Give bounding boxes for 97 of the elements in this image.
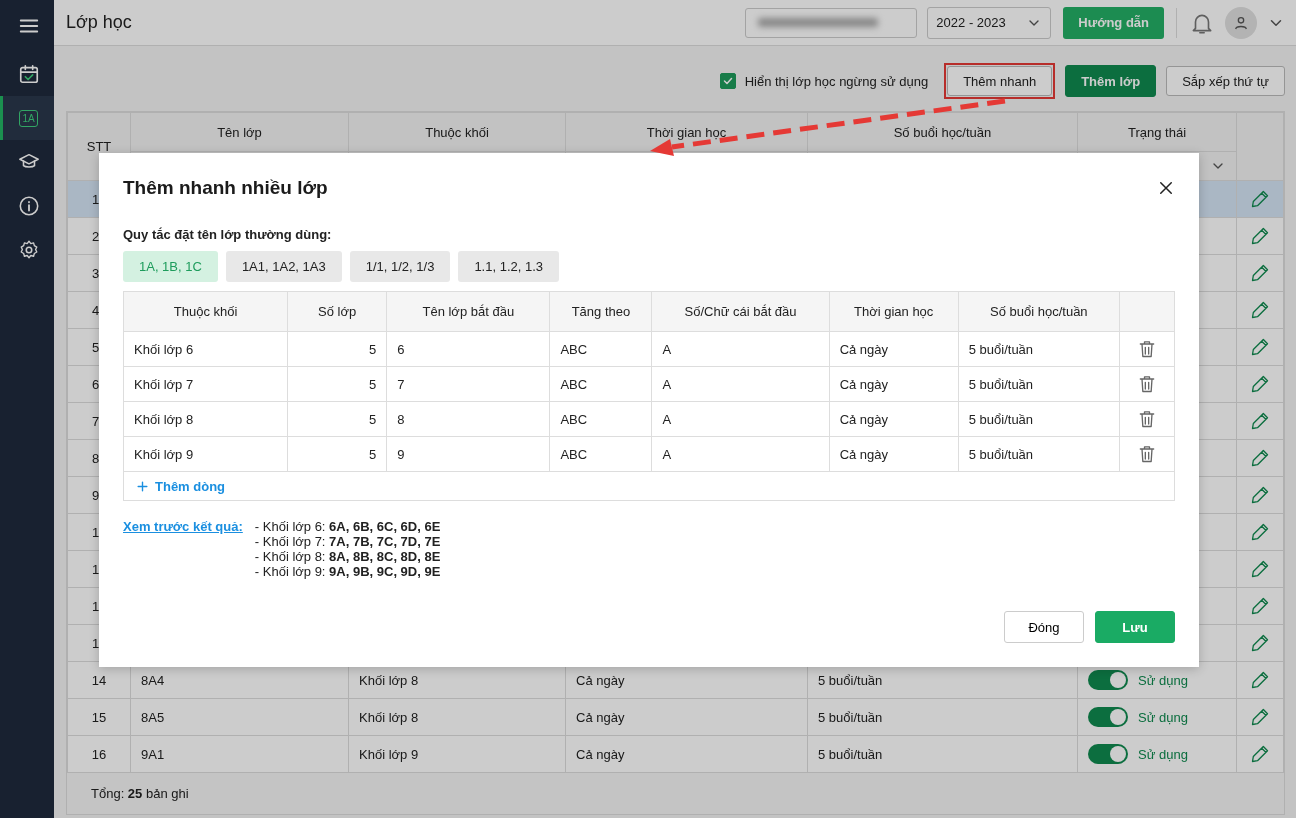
pencil-icon[interactable] bbox=[1250, 744, 1270, 764]
column-header: Thuộc khối bbox=[348, 112, 566, 152]
add-class-button[interactable]: Thêm lớp bbox=[1065, 65, 1157, 97]
preview-line: - Khối lớp 6: 6A, 6B, 6C, 6D, 6E bbox=[254, 519, 441, 534]
table-cell[interactable]: 9 bbox=[386, 436, 550, 472]
table-cell[interactable]: Cả ngày bbox=[829, 331, 959, 367]
table-cell: 5 buổi/tuần bbox=[807, 735, 1078, 773]
table-cell[interactable]: A bbox=[651, 331, 830, 367]
status-toggle[interactable] bbox=[1088, 744, 1128, 764]
column-header: Tăng theo bbox=[549, 291, 652, 332]
add-row-link[interactable]: Thêm dòng bbox=[134, 478, 228, 494]
table-cell[interactable]: Khối lớp 6 bbox=[123, 331, 288, 367]
table-cell[interactable]: 5 bbox=[287, 401, 387, 437]
toolbar-button[interactable]: Sắp xếp thứ tự bbox=[1166, 66, 1285, 96]
table-cell[interactable]: ABC bbox=[549, 401, 652, 437]
avatar[interactable] bbox=[1225, 6, 1257, 39]
table-cell: Cả ngày bbox=[565, 735, 808, 773]
school-year-select[interactable]: 2022 - 2023 bbox=[927, 6, 1052, 39]
column-header: Số buổi học/tuần bbox=[807, 112, 1078, 152]
table-cell[interactable]: 5 buổi/tuần bbox=[958, 331, 1120, 367]
naming-rule-option[interactable]: 1A1, 1A2, 1A3 bbox=[225, 251, 342, 282]
table-cell[interactable]: A bbox=[651, 436, 830, 472]
class-nav-item[interactable]: 1A bbox=[19, 109, 38, 127]
preview-line: - Khối lớp 9: 9A, 9B, 9C, 9D, 9E bbox=[254, 564, 441, 579]
pencil-icon[interactable] bbox=[1250, 448, 1270, 468]
column-header: Số/Chữ cái bắt đầu bbox=[651, 291, 830, 332]
calendar-icon[interactable] bbox=[17, 63, 40, 85]
pencil-icon[interactable] bbox=[1250, 337, 1270, 357]
status-label: Sử dụng bbox=[1138, 709, 1188, 725]
pencil-icon[interactable] bbox=[1250, 633, 1270, 653]
pencil-icon[interactable] bbox=[1250, 707, 1270, 727]
column-header: Số lớp bbox=[287, 291, 387, 332]
table-cell: Khối lớp 8 bbox=[348, 698, 566, 736]
status-label: Sử dụng bbox=[1138, 746, 1188, 762]
table-cell[interactable]: 7 bbox=[386, 366, 550, 402]
pencil-icon[interactable] bbox=[1250, 226, 1270, 246]
status-toggle[interactable] bbox=[1088, 670, 1128, 690]
status-label: Sử dụng bbox=[1138, 672, 1188, 688]
table-cell[interactable]: 6 bbox=[386, 331, 550, 367]
record-count: Tổng: 25 bản ghi bbox=[91, 786, 189, 801]
info-icon[interactable] bbox=[17, 195, 40, 217]
table-cell[interactable]: 5 buổi/tuần bbox=[958, 436, 1120, 472]
toolbar-button[interactable]: Thêm nhanh bbox=[947, 66, 1053, 96]
status-toggle[interactable] bbox=[1088, 707, 1128, 727]
column-header: Thời gian học bbox=[829, 291, 959, 332]
row-number: 16 bbox=[67, 735, 131, 773]
table-cell[interactable]: ABC bbox=[549, 366, 652, 402]
school-field[interactable] bbox=[745, 7, 918, 38]
page-title: Lớp học bbox=[66, 12, 133, 33]
table-cell: 5 buổi/tuần bbox=[807, 698, 1078, 736]
pencil-icon[interactable] bbox=[1250, 263, 1270, 283]
checkbox-label: Hiển thị lớp học ngừng sử dụng bbox=[744, 73, 929, 89]
table-cell: Khối lớp 9 bbox=[348, 735, 566, 773]
close-button[interactable]: Đóng bbox=[1004, 611, 1084, 643]
column-header: Thuộc khối bbox=[123, 291, 288, 332]
pencil-icon[interactable] bbox=[1250, 670, 1270, 690]
table-cell[interactable]: A bbox=[651, 401, 830, 437]
column-header: Thời gian học bbox=[565, 112, 808, 152]
table-cell[interactable]: A bbox=[651, 366, 830, 402]
preview-line: - Khối lớp 8: 8A, 8B, 8C, 8D, 8E bbox=[254, 549, 441, 564]
pencil-icon[interactable] bbox=[1250, 522, 1270, 542]
table-cell[interactable]: ABC bbox=[549, 436, 652, 472]
table-cell[interactable]: Cả ngày bbox=[829, 436, 959, 472]
pencil-icon[interactable] bbox=[1250, 189, 1270, 209]
table-cell[interactable]: 8 bbox=[386, 401, 550, 437]
row-number: 15 bbox=[67, 698, 131, 736]
table-cell[interactable]: 5 bbox=[287, 366, 387, 402]
pencil-icon[interactable] bbox=[1250, 596, 1270, 616]
column-header: Số buổi học/tuần bbox=[958, 291, 1120, 332]
table-cell[interactable]: 5 bbox=[287, 436, 387, 472]
checkbox[interactable] bbox=[719, 73, 736, 89]
table-cell[interactable]: 5 buổi/tuần bbox=[958, 401, 1120, 437]
table-cell: Cả ngày bbox=[565, 698, 808, 736]
table-cell: 8A5 bbox=[130, 698, 349, 736]
pencil-icon[interactable] bbox=[1250, 300, 1270, 320]
pencil-icon[interactable] bbox=[1250, 559, 1270, 579]
table-cell[interactable]: Cả ngày bbox=[829, 401, 959, 437]
column-header: Tên lớp bắt đầu bbox=[386, 291, 550, 332]
table-cell[interactable]: Khối lớp 8 bbox=[123, 401, 288, 437]
preview-line: - Khối lớp 7: 7A, 7B, 7C, 7D, 7E bbox=[254, 534, 441, 549]
naming-rule-option[interactable]: 1/1, 1/2, 1/3 bbox=[349, 251, 451, 282]
pencil-icon[interactable] bbox=[1250, 411, 1270, 431]
pencil-icon[interactable] bbox=[1250, 485, 1270, 505]
column-header: Tên lớp bbox=[130, 112, 349, 152]
check-icon bbox=[721, 75, 734, 87]
plus-icon bbox=[136, 479, 149, 493]
table-cell: 9A1 bbox=[130, 735, 349, 773]
table-cell[interactable]: Khối lớp 7 bbox=[123, 366, 288, 402]
close-icon[interactable] bbox=[1157, 179, 1175, 197]
table-cell[interactable]: ABC bbox=[549, 331, 652, 367]
naming-rule-option[interactable]: 1.1, 1.2, 1.3 bbox=[458, 251, 560, 282]
table-cell[interactable]: Cả ngày bbox=[829, 366, 959, 402]
column-header: Trạng thái bbox=[1077, 112, 1237, 152]
table-cell[interactable]: Khối lớp 9 bbox=[123, 436, 288, 472]
pencil-icon[interactable] bbox=[1250, 374, 1270, 394]
table-cell[interactable]: 5 bbox=[287, 331, 387, 367]
table-cell[interactable]: 5 buổi/tuần bbox=[958, 366, 1120, 402]
